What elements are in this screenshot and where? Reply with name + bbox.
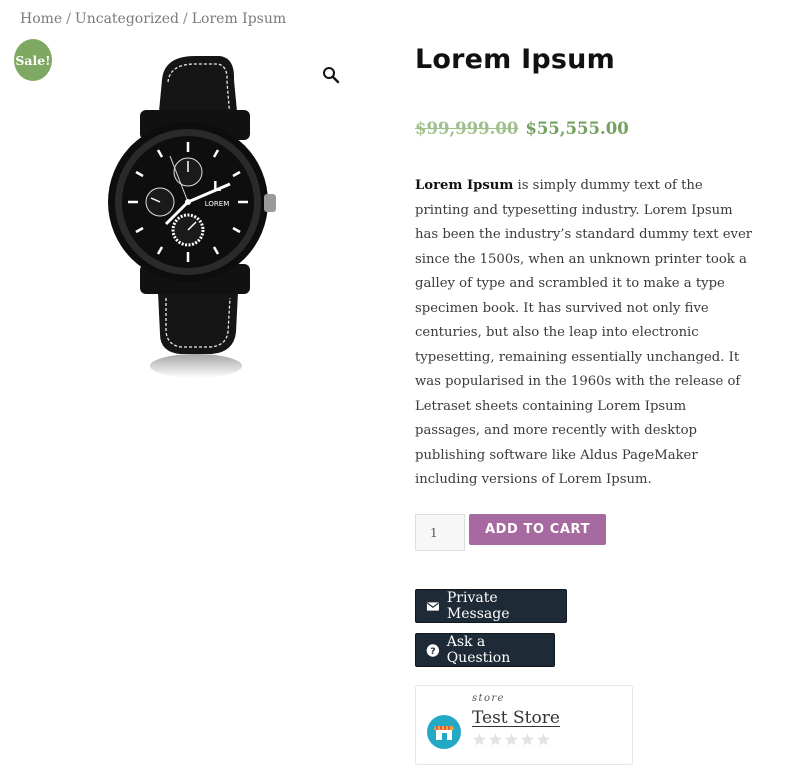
sale-price: $55,555.00 — [525, 119, 629, 138]
store-name-link[interactable]: Test Store — [472, 708, 560, 728]
store-caption: store — [472, 693, 505, 704]
regular-price: $99,999.00 — [415, 119, 519, 138]
ask-question-label: Ask a Question — [446, 634, 511, 666]
add-to-cart-button[interactable]: ADD TO CART — [469, 514, 606, 545]
envelope-icon — [426, 601, 439, 611]
private-message-label: Private Message — [446, 590, 510, 622]
product-title: Lorem Ipsum — [415, 44, 615, 75]
star-icon — [521, 733, 534, 746]
svg-text:?: ? — [430, 646, 435, 656]
description-text: is simply dummy text of the printing and… — [415, 178, 753, 487]
svg-text:LOREM: LOREM — [205, 200, 230, 208]
breadcrumb-home-link[interactable]: Home — [20, 11, 62, 27]
breadcrumb-separator: / — [183, 11, 188, 27]
question-circle-icon: ? — [426, 643, 440, 656]
product-image: L LOREM — [108, 56, 276, 378]
description-bold-lead: Lorem Ipsum — [415, 178, 514, 193]
breadcrumb-separator: / — [66, 11, 71, 27]
product-description: Lorem Ipsum is simply dummy text of the … — [415, 174, 755, 493]
sale-badge: Sale! — [14, 39, 52, 81]
product-price: $99,999.00 $55,555.00 — [415, 119, 629, 138]
store-rating — [472, 732, 551, 747]
store-card: store Test Store — [415, 685, 633, 765]
ask-question-button[interactable]: ? Ask a Question — [415, 633, 555, 667]
star-icon — [473, 733, 486, 746]
star-icon — [489, 733, 502, 746]
breadcrumb-current: Lorem Ipsum — [191, 11, 287, 27]
star-icon — [537, 733, 550, 746]
breadcrumb-category-link[interactable]: Uncategorized — [75, 11, 179, 27]
magnifier-icon[interactable] — [322, 66, 340, 84]
star-icon — [505, 733, 518, 746]
breadcrumb: Home / Uncategorized / Lorem Ipsum — [20, 11, 286, 27]
private-message-button[interactable]: Private Message — [415, 589, 567, 623]
store-icon — [427, 715, 461, 749]
quantity-input[interactable] — [415, 514, 465, 551]
